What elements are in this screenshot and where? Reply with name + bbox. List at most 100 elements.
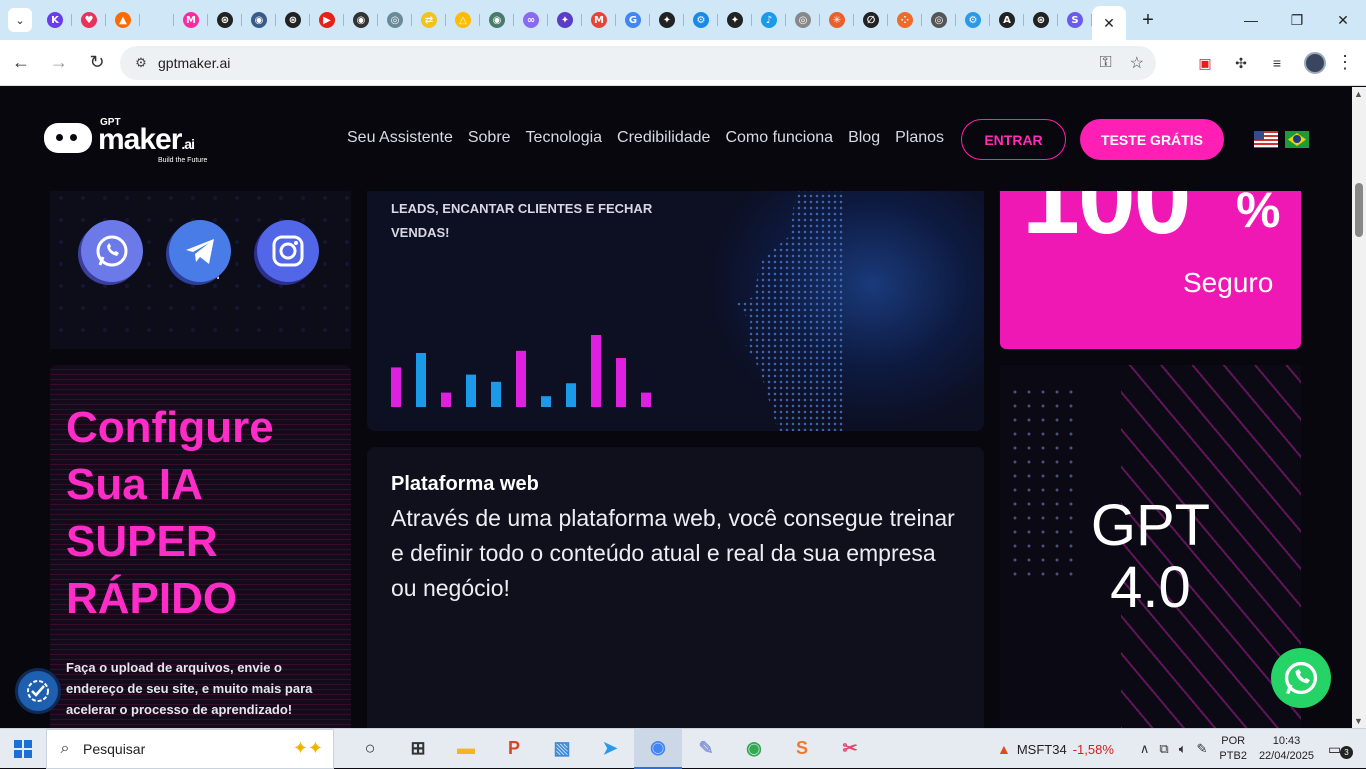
language-indicator[interactable]: POR PTB2 bbox=[1219, 734, 1247, 764]
browser-tab[interactable]: ∅ bbox=[854, 5, 888, 35]
browser-tab[interactable]: ◎ bbox=[378, 5, 412, 35]
minimize-button[interactable]: — bbox=[1228, 0, 1274, 40]
browser-menu-icon[interactable]: ⋮ bbox=[1336, 52, 1354, 73]
graphic-bar bbox=[391, 367, 401, 407]
speaker-icon[interactable]: 🔈︎ bbox=[1179, 741, 1187, 757]
file-explorer-icon[interactable]: ▬ bbox=[442, 729, 490, 769]
browser-tab[interactable]: ✦ bbox=[718, 5, 752, 35]
new-tab-button[interactable]: + bbox=[1134, 6, 1162, 34]
media-control-icon[interactable]: ≡ bbox=[1268, 54, 1286, 72]
shield-icon: ◉ bbox=[489, 12, 505, 28]
browser-tab[interactable]: ⚙ bbox=[684, 5, 718, 35]
browser-tab[interactable]: ◉ bbox=[480, 5, 514, 35]
telegram-icon[interactable] bbox=[169, 220, 231, 282]
us-flag-icon[interactable] bbox=[1254, 131, 1278, 148]
browser-tab[interactable]: ⊛ bbox=[276, 5, 310, 35]
nav-link-credibilidade[interactable]: Credibilidade bbox=[617, 129, 710, 147]
back-button[interactable]: ← bbox=[4, 46, 38, 80]
powerpoint-icon[interactable]: P bbox=[490, 729, 538, 769]
active-tab-close-button[interactable]: ✕ bbox=[1092, 6, 1126, 40]
task-view-icon[interactable]: ○ bbox=[346, 729, 394, 769]
browser-tab[interactable] bbox=[140, 5, 174, 35]
accessibility-button[interactable] bbox=[15, 668, 61, 714]
browser-tab[interactable]: ◎ bbox=[786, 5, 820, 35]
reload-button[interactable]: ↻ bbox=[80, 46, 114, 80]
browser-tab[interactable]: M bbox=[582, 5, 616, 35]
logo-gpt-text: GPT bbox=[100, 117, 121, 128]
browser-tab[interactable]: ◉ bbox=[242, 5, 276, 35]
browser-tab[interactable]: ⚙ bbox=[956, 5, 990, 35]
password-key-icon[interactable]: ⚿ bbox=[1099, 54, 1111, 72]
chrome-icon[interactable]: ◉ bbox=[634, 728, 682, 769]
sublime-icon[interactable]: S bbox=[778, 729, 826, 769]
gptmaker-logo[interactable]: GPT maker.ai Build the Future bbox=[44, 117, 207, 164]
notes-icon[interactable]: ▧ bbox=[538, 729, 586, 769]
nav-link-sobre[interactable]: Sobre bbox=[468, 129, 511, 147]
extensions-puzzle-icon[interactable]: ✣ bbox=[1232, 54, 1250, 72]
scroll-down-icon[interactable]: ▼ bbox=[1354, 716, 1363, 726]
openai-icon: ⊛ bbox=[217, 12, 233, 28]
widgets-icon[interactable]: ⊞ bbox=[394, 729, 442, 769]
address-bar[interactable]: ⚙ gptmaker.ai ⚿ ☆ bbox=[120, 46, 1156, 80]
browser-tab[interactable]: G bbox=[616, 5, 650, 35]
extension-record-icon[interactable]: ▣ bbox=[1196, 54, 1214, 72]
whatsapp-icon[interactable] bbox=[81, 220, 143, 282]
browser-tab[interactable]: K bbox=[38, 5, 72, 35]
telegram-icon[interactable]: ➤ bbox=[586, 729, 634, 769]
scroll-thumb[interactable] bbox=[1355, 183, 1363, 237]
teste-gratis-button[interactable]: TESTE GRÁTIS bbox=[1080, 119, 1224, 160]
browser-tab[interactable]: ∞ bbox=[514, 5, 548, 35]
scroll-up-icon[interactable]: ▲ bbox=[1354, 89, 1363, 99]
browser-tab[interactable]: ◉ bbox=[344, 5, 378, 35]
browser-tab[interactable]: △ bbox=[446, 5, 480, 35]
nav-link-blog[interactable]: Blog bbox=[848, 129, 880, 147]
browser-tab[interactable]: ✦ bbox=[650, 5, 684, 35]
chevron-up-icon[interactable]: ∧ bbox=[1140, 741, 1150, 757]
chrome-profile-icon[interactable]: ◉ bbox=[730, 729, 778, 769]
tab-search-button[interactable]: ⌄ bbox=[8, 8, 32, 32]
browser-tab[interactable]: ⁘ bbox=[888, 5, 922, 35]
browser-tab[interactable]: ▶ bbox=[310, 5, 344, 35]
windows-start-icon[interactable] bbox=[0, 729, 46, 769]
page-scrollbar[interactable]: ▲ ▼ bbox=[1352, 87, 1366, 728]
stock-widget[interactable]: ▲ MSFT34 -1,58% bbox=[997, 741, 1114, 757]
instagram-icon[interactable] bbox=[257, 220, 319, 282]
browser-tab[interactable]: M bbox=[174, 5, 208, 35]
browser-tab[interactable]: ⊛ bbox=[208, 5, 242, 35]
browser-tab[interactable]: ⇄ bbox=[412, 5, 446, 35]
nav-link-como-funciona[interactable]: Como funciona bbox=[725, 129, 833, 147]
configure-title-line: Configure bbox=[66, 403, 274, 452]
browser-tab[interactable]: ♥ bbox=[72, 5, 106, 35]
browser-tab[interactable]: ♪ bbox=[752, 5, 786, 35]
close-window-button[interactable]: ✕ bbox=[1320, 0, 1366, 40]
browser-tab[interactable]: ◎ bbox=[922, 5, 956, 35]
pen-icon[interactable]: ✎ bbox=[1197, 741, 1208, 757]
entrar-button[interactable]: ENTRAR bbox=[961, 119, 1066, 160]
bookmark-star-icon[interactable]: ☆ bbox=[1130, 53, 1144, 73]
browser-tab[interactable]: A bbox=[990, 5, 1024, 35]
nav-link-seu-assistente[interactable]: Seu Assistente bbox=[347, 129, 453, 147]
taskbar-search[interactable]: ⌕ Pesquisar ✦✦ bbox=[46, 728, 334, 769]
graphic-bar bbox=[416, 353, 426, 407]
paint-icon[interactable]: ✎ bbox=[682, 729, 730, 769]
browser-tab[interactable]: S bbox=[1058, 5, 1092, 35]
browser-tab[interactable]: ▲ bbox=[106, 5, 140, 35]
clock[interactable]: 10:43 22/04/2025 bbox=[1259, 734, 1314, 764]
profile-avatar[interactable] bbox=[1304, 52, 1326, 74]
brazil-flag-icon[interactable] bbox=[1285, 131, 1309, 148]
notification-icon[interactable]: ▭ 3 bbox=[1328, 741, 1358, 759]
camera-icon[interactable]: ⧉ bbox=[1159, 741, 1168, 757]
robot-logo-icon bbox=[44, 123, 92, 153]
maximize-button[interactable]: ❐ bbox=[1274, 0, 1320, 40]
url-text[interactable]: gptmaker.ai bbox=[158, 55, 230, 71]
snip-icon[interactable]: ✂ bbox=[826, 729, 874, 769]
forward-button[interactable]: → bbox=[42, 46, 76, 80]
site-settings-icon[interactable]: ⚙ bbox=[126, 55, 156, 71]
nav-link-tecnologia[interactable]: Tecnologia bbox=[526, 129, 603, 147]
whatsapp-float-button[interactable] bbox=[1271, 648, 1331, 708]
browser-tab[interactable]: ✦ bbox=[548, 5, 582, 35]
browser-tab[interactable]: ✳ bbox=[820, 5, 854, 35]
nav-link-planos[interactable]: Planos bbox=[895, 129, 944, 147]
star-icon: ✳ bbox=[829, 12, 845, 28]
browser-tab[interactable]: ⊛ bbox=[1024, 5, 1058, 35]
